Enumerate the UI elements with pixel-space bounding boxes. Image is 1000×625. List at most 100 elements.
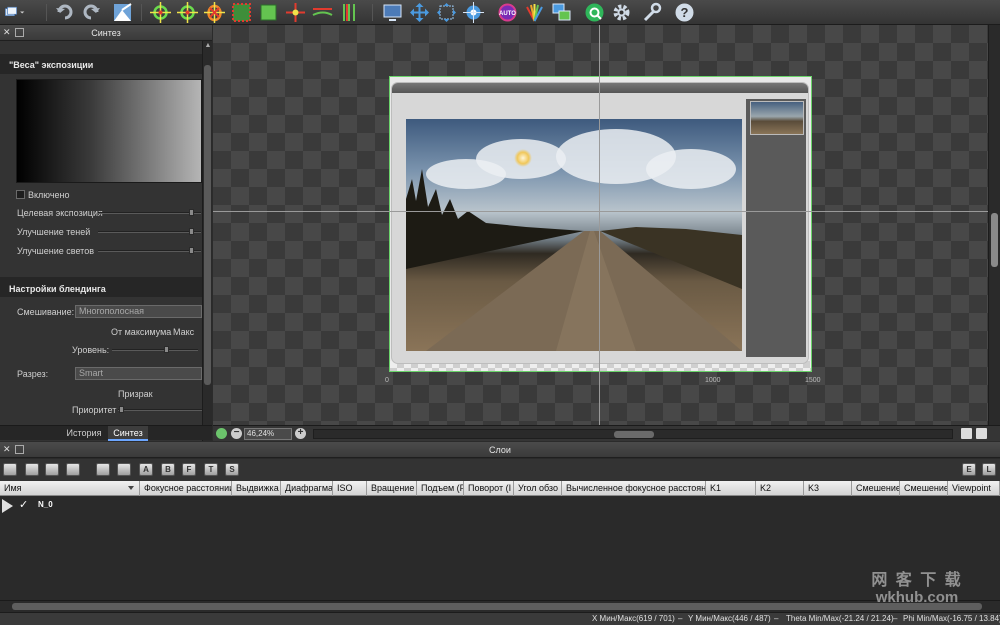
layer-f-button[interactable]: F: [182, 463, 196, 476]
move-icon[interactable]: [409, 2, 430, 23]
color-icon[interactable]: [524, 2, 545, 23]
priority-slider[interactable]: [118, 409, 202, 411]
undo-icon[interactable]: [54, 2, 75, 23]
settings-icon[interactable]: [611, 2, 632, 23]
open-image-icon[interactable]: [25, 463, 39, 476]
axis-label: 1000: [705, 377, 721, 384]
layers-panel: ✕ Слои A B F T S E L Имя Фокусное рассто…: [0, 442, 1000, 612]
exposure-section-title: "Веса" экспозиции: [9, 60, 94, 70]
control-points-fine-icon[interactable]: [177, 2, 198, 23]
layers-icon[interactable]: [551, 2, 572, 23]
col-k1[interactable]: K1: [706, 481, 756, 496]
col-computed-focal[interactable]: Вычисленное фокусное расстоянии: [562, 481, 706, 496]
highlight-knob[interactable]: [189, 247, 194, 254]
status-sep: –: [774, 614, 779, 623]
delete-layer-icon[interactable]: [117, 463, 131, 476]
crop-icon[interactable]: [231, 2, 252, 23]
control-points-icon[interactable]: [150, 2, 171, 23]
col-pitch[interactable]: Подъем (F: [417, 481, 464, 496]
image-settings-icon[interactable]: [66, 463, 80, 476]
scroll-thumb[interactable]: [991, 213, 998, 267]
vertical-lines-icon[interactable]: [339, 2, 360, 23]
seam-label: Разрез:: [17, 369, 49, 379]
straighten-icon[interactable]: [258, 2, 279, 23]
level-knob[interactable]: [164, 346, 169, 353]
horizon-icon[interactable]: [312, 2, 333, 23]
tools-icon[interactable]: [641, 2, 662, 23]
add-layer-icon[interactable]: [96, 463, 110, 476]
level-slider[interactable]: [112, 349, 198, 351]
col-fov[interactable]: Угол обзо: [514, 481, 562, 496]
preview-icon[interactable]: [382, 2, 403, 23]
layer-b-button[interactable]: B: [161, 463, 175, 476]
layer-s-button[interactable]: S: [225, 463, 239, 476]
shadow-knob[interactable]: [189, 228, 194, 235]
tab-blend[interactable]: Синтез: [108, 426, 148, 441]
horizontal-guide[interactable]: [213, 211, 988, 212]
vertical-guide[interactable]: [599, 25, 600, 425]
level-label: Уровень:: [72, 345, 110, 355]
target-exposure-slider[interactable]: [98, 212, 201, 214]
fit-icon[interactable]: [216, 428, 227, 439]
scroll-up-icon[interactable]: ▲: [204, 42, 212, 50]
col-yaw[interactable]: Поворот (I: [464, 481, 514, 496]
priority-knob[interactable]: [119, 406, 124, 413]
col-aperture[interactable]: Диафрагма: [281, 481, 333, 496]
status-sep: –: [893, 614, 898, 623]
zoom-in-icon[interactable]: +: [295, 428, 306, 439]
zoom-field[interactable]: 46,24%: [244, 428, 292, 440]
table-row[interactable]: ✓ N_0: [0, 498, 1000, 513]
exposure-weight-curve[interactable]: [16, 79, 202, 183]
col-k3[interactable]: K3: [804, 481, 852, 496]
layer-a-button[interactable]: A: [139, 463, 153, 476]
preview-vscrollbar[interactable]: [988, 25, 1000, 425]
grid-view-icon[interactable]: [961, 428, 972, 439]
enabled-checkbox[interactable]: [16, 190, 25, 199]
highlight-label: Улучшение светов: [17, 246, 94, 256]
zoom-out-icon[interactable]: −: [231, 428, 242, 439]
layout-menu-icon[interactable]: [4, 2, 34, 23]
edit-image-icon[interactable]: [45, 463, 59, 476]
panel-scrollbar[interactable]: ▲ ▼: [202, 41, 212, 441]
render-icon[interactable]: [584, 2, 605, 23]
warp-icon[interactable]: [436, 2, 457, 23]
col-viewpoint[interactable]: Viewpoint: [948, 481, 1000, 496]
col-offset-y[interactable]: Смешение: [900, 481, 948, 496]
col-exposure[interactable]: Выдвижка: [232, 481, 281, 496]
redo-icon[interactable]: [81, 2, 102, 23]
scroll-thumb[interactable]: [614, 431, 654, 438]
sort-icon: [128, 486, 134, 490]
grid-align-icon[interactable]: [285, 2, 306, 23]
preview-hscrollbar[interactable]: [313, 429, 953, 439]
seam-select[interactable]: Smart: [75, 367, 202, 380]
shadow-label: Улучшение теней: [17, 227, 91, 237]
expand-row-icon[interactable]: [2, 499, 13, 513]
mix-select[interactable]: Многополосная: [75, 305, 202, 318]
add-image-icon[interactable]: [3, 463, 17, 476]
list-view-button[interactable]: L: [982, 463, 996, 476]
visible-check-icon[interactable]: ✓: [19, 498, 28, 511]
center-icon[interactable]: [463, 2, 484, 23]
tab-history[interactable]: История: [60, 426, 108, 441]
panorama-preview[interactable]: 0 1000 1500: [213, 25, 988, 425]
shadow-slider[interactable]: [98, 231, 201, 233]
col-k2[interactable]: K2: [756, 481, 804, 496]
scroll-thumb[interactable]: [12, 603, 982, 610]
list-view-icon[interactable]: [976, 428, 987, 439]
image-import-icon[interactable]: [112, 2, 133, 23]
col-rotation[interactable]: Вращение: [367, 481, 417, 496]
col-name[interactable]: Имя: [0, 481, 140, 496]
auto-icon[interactable]: AUTO: [497, 2, 518, 23]
col-iso[interactable]: ISO: [333, 481, 367, 496]
target-exposure-knob[interactable]: [189, 209, 194, 216]
help-icon[interactable]: ?: [674, 2, 695, 23]
highlight-slider[interactable]: [98, 250, 201, 252]
col-offset-x[interactable]: Смешение: [852, 481, 900, 496]
col-focal-length[interactable]: Фокусное расстоянии: [140, 481, 232, 496]
scroll-thumb[interactable]: [204, 65, 211, 385]
remove-control-icon[interactable]: [204, 2, 225, 23]
expand-view-button[interactable]: E: [962, 463, 976, 476]
layer-t-button[interactable]: T: [204, 463, 218, 476]
panel-title: Синтез: [91, 28, 121, 38]
layers-hscrollbar[interactable]: [0, 600, 1000, 612]
